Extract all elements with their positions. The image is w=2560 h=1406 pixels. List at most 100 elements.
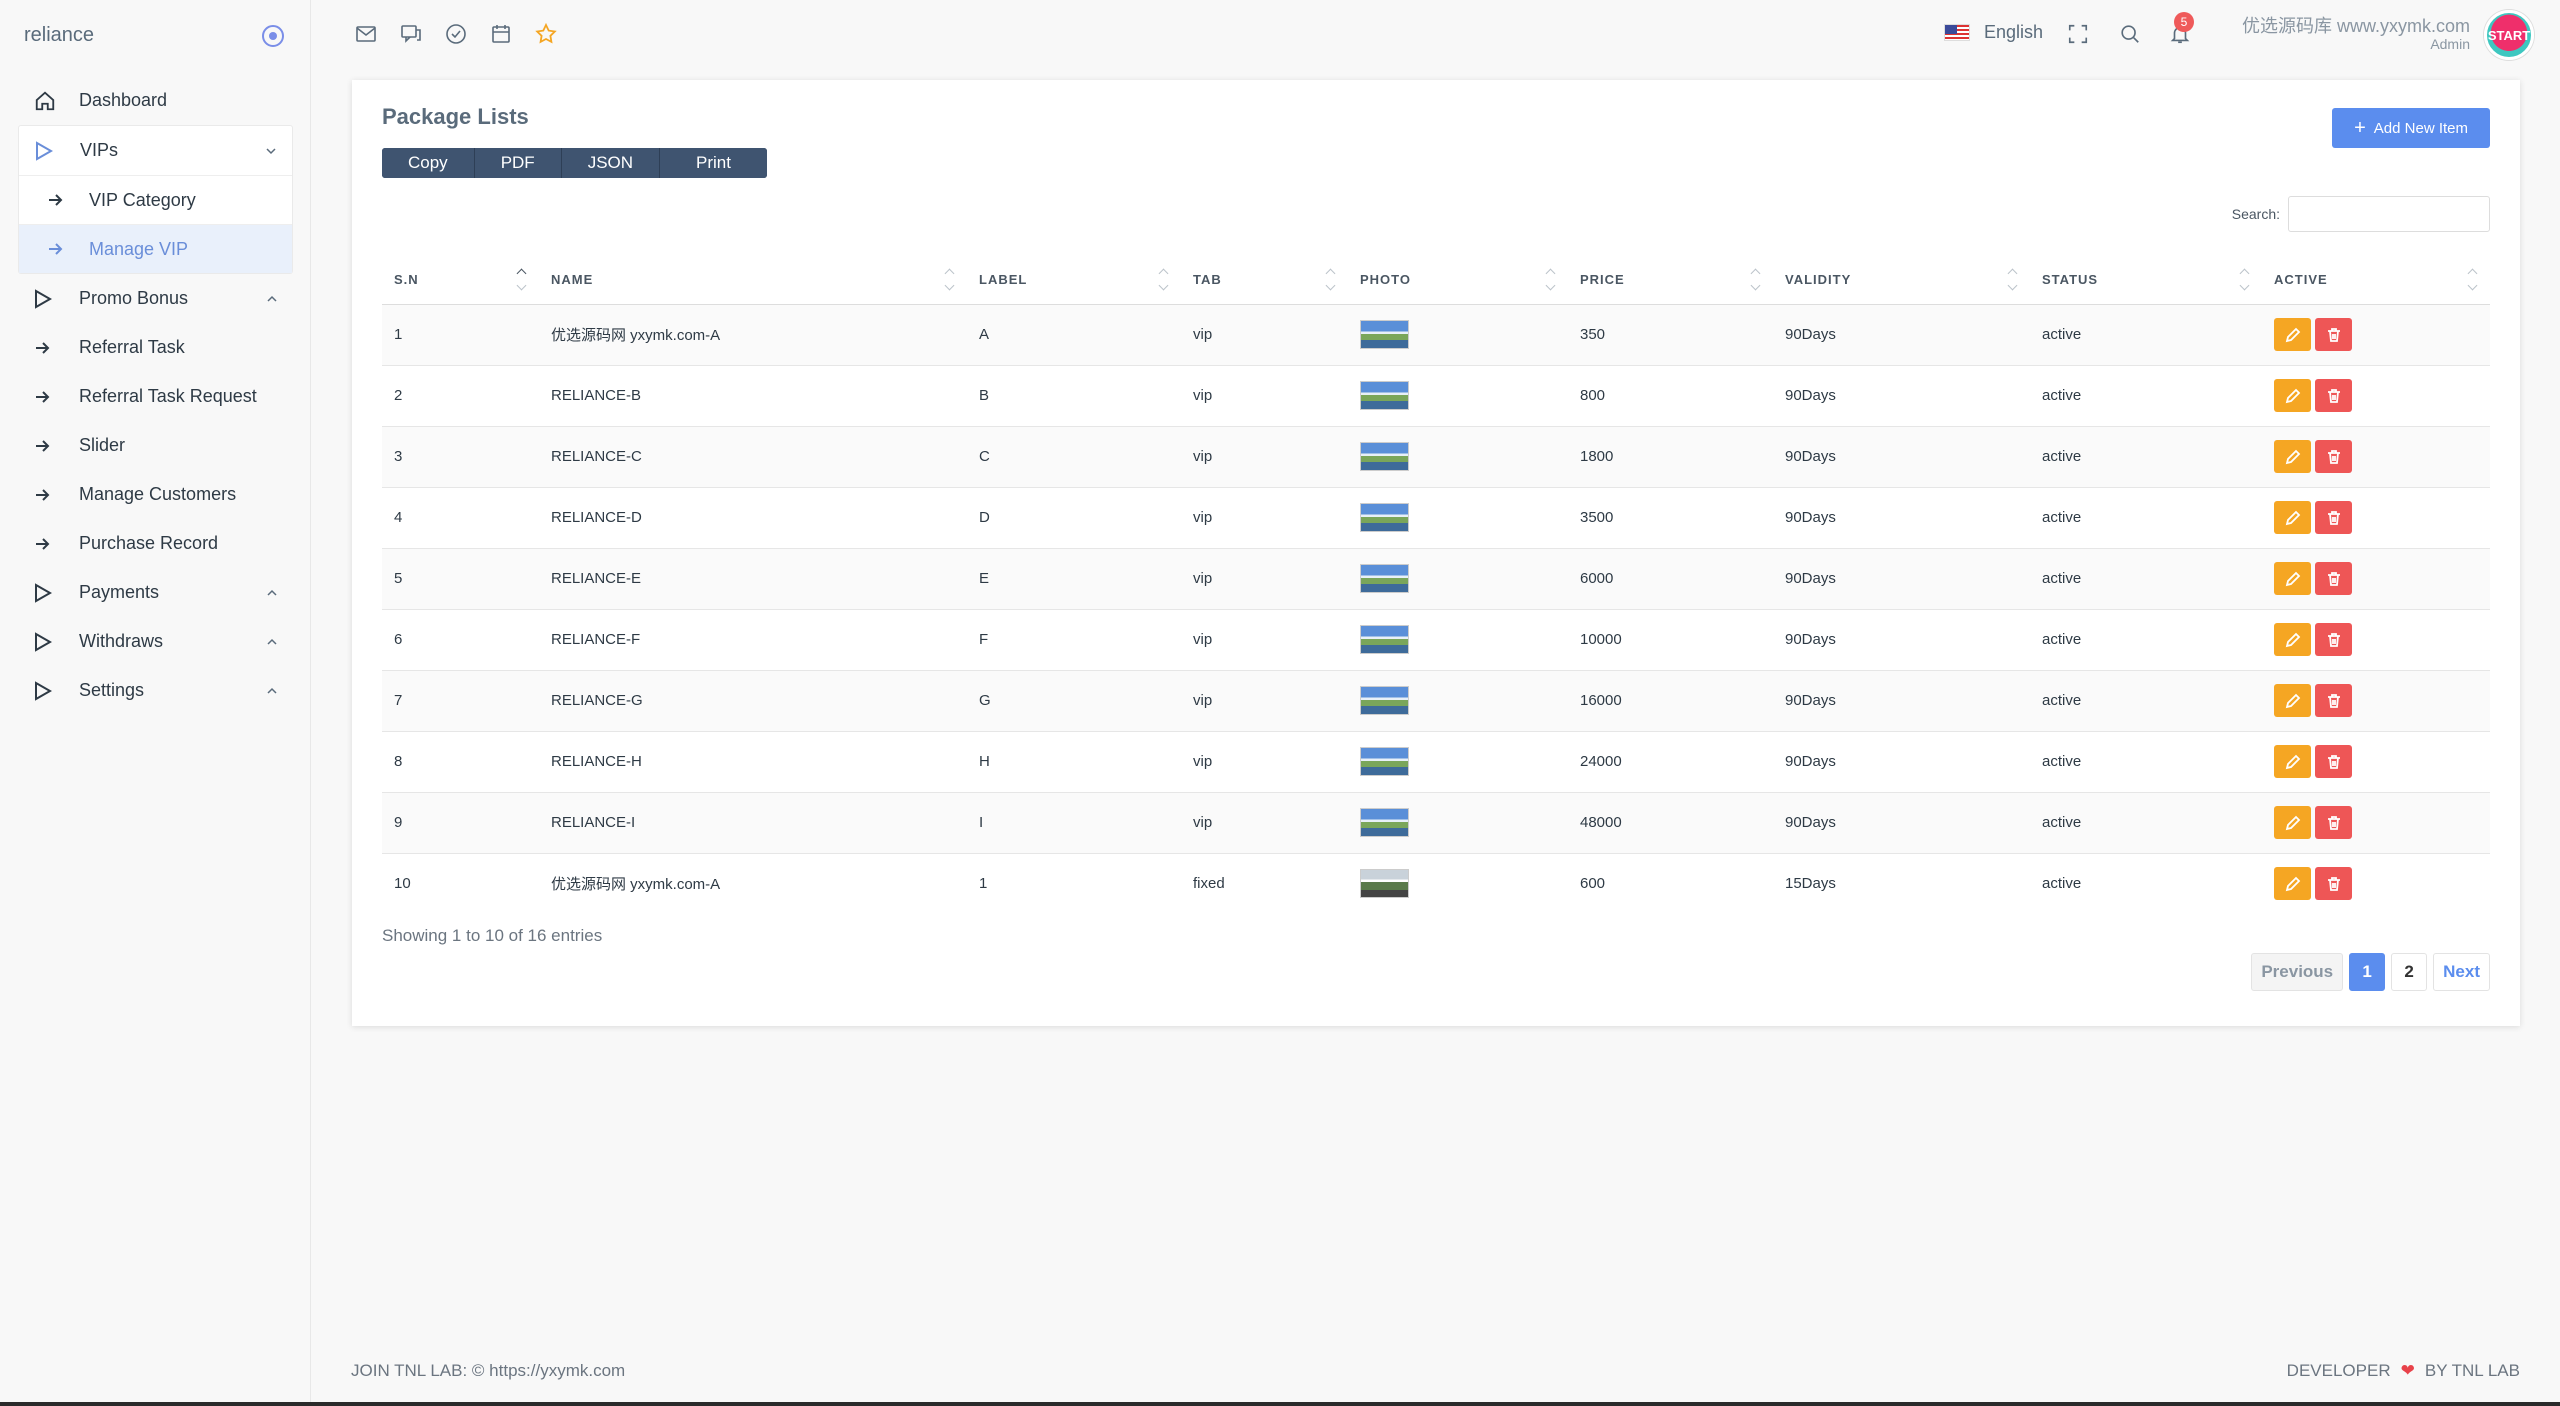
package-photo[interactable]	[1360, 381, 1409, 410]
sidebar-toggle-icon[interactable]	[262, 25, 284, 47]
package-photo[interactable]	[1360, 442, 1409, 471]
json-button[interactable]: JSON	[561, 148, 661, 178]
check-circle-icon[interactable]	[444, 22, 468, 46]
page-1-button[interactable]: 1	[2349, 953, 2386, 991]
fullscreen-icon[interactable]	[2066, 22, 2090, 46]
delete-button[interactable]	[2315, 684, 2352, 717]
brand-name[interactable]: reliance	[24, 24, 94, 47]
column-header-label: PRICE	[1580, 272, 1625, 288]
print-button[interactable]: Print	[660, 148, 767, 178]
cell-actions	[2262, 303, 2490, 365]
sidebar-item-manage-vip[interactable]: Manage VIP	[19, 224, 292, 273]
column-header-label[interactable]: LABEL	[967, 256, 1181, 305]
cell-photo	[1348, 547, 1568, 609]
page-2-button[interactable]: 2	[2391, 953, 2428, 991]
sidebar-item-purchase-record[interactable]: Purchase Record	[18, 519, 293, 568]
copy-button[interactable]: Copy	[382, 148, 475, 178]
pencil-icon	[2285, 327, 2300, 342]
user-name[interactable]: 优选源码库 www.yxymk.com	[2242, 12, 2470, 38]
edit-button[interactable]	[2274, 501, 2311, 534]
package-photo[interactable]	[1360, 320, 1409, 349]
column-header-active[interactable]: ACTIVE	[2262, 256, 2490, 305]
column-header-sn[interactable]: S.N	[382, 256, 539, 305]
package-photo[interactable]	[1360, 869, 1409, 899]
sidebar-item-manage-customers[interactable]: Manage Customers	[18, 470, 293, 519]
sidebar-item-referral-task-request[interactable]: Referral Task Request	[18, 372, 293, 421]
cell-label: D	[967, 486, 1181, 548]
next-page-button[interactable]: Next	[2433, 953, 2490, 991]
cell-tab: vip	[1181, 364, 1348, 426]
sidebar-item-payments[interactable]: Payments	[18, 568, 293, 617]
delete-button[interactable]	[2315, 440, 2352, 473]
sidebar-item-vips[interactable]: VIPs	[19, 126, 292, 175]
cell-validity: 90Days	[1773, 547, 2030, 609]
pencil-icon	[2285, 632, 2300, 647]
column-header-label: LABEL	[979, 272, 1028, 288]
sidebar-item-label: Payments	[79, 582, 160, 602]
language-selector[interactable]: English	[1944, 22, 2043, 43]
sidebar-item-promo-bonus[interactable]: Promo Bonus	[18, 274, 293, 323]
column-header-tab[interactable]: TAB	[1181, 256, 1348, 305]
sidebar-group-vips: VIPs VIP Category Manage VIP	[18, 125, 293, 274]
sidebar-item-vip-category[interactable]: VIP Category	[19, 175, 292, 224]
edit-button[interactable]	[2274, 684, 2311, 717]
chat-icon[interactable]	[399, 22, 423, 46]
delete-button[interactable]	[2315, 562, 2352, 595]
sidebar-item-dashboard[interactable]: Dashboard	[18, 76, 293, 125]
delete-button[interactable]	[2315, 623, 2352, 656]
cell-photo	[1348, 852, 1568, 914]
calendar-icon[interactable]	[489, 22, 513, 46]
package-photo[interactable]	[1360, 808, 1409, 837]
mail-icon[interactable]	[354, 22, 378, 46]
column-header-validity[interactable]: VALIDITY	[1773, 256, 2030, 305]
cell-validity: 90Days	[1773, 303, 2030, 365]
cell-label: E	[967, 547, 1181, 609]
edit-button[interactable]	[2274, 806, 2311, 839]
sidebar-item-settings[interactable]: Settings	[18, 666, 293, 715]
package-photo[interactable]	[1360, 503, 1409, 532]
sidebar-item-referral-task[interactable]: Referral Task	[18, 323, 293, 372]
cell-label: F	[967, 608, 1181, 670]
edit-button[interactable]	[2274, 745, 2311, 778]
cell-actions	[2262, 608, 2490, 670]
sidebar-item-slider[interactable]: Slider	[18, 421, 293, 470]
column-header-label: VALIDITY	[1785, 272, 1852, 288]
column-header-name[interactable]: NAME	[539, 256, 967, 305]
cell-label: B	[967, 364, 1181, 426]
package-photo[interactable]	[1360, 686, 1409, 715]
package-photo[interactable]	[1360, 625, 1409, 654]
edit-button[interactable]	[2274, 562, 2311, 595]
edit-button[interactable]	[2274, 318, 2311, 351]
previous-page-button[interactable]: Previous	[2251, 953, 2344, 991]
package-photo[interactable]	[1360, 564, 1409, 593]
pencil-icon	[2285, 754, 2300, 769]
arrow-right-icon	[34, 340, 64, 356]
chevron-up-icon	[267, 687, 277, 694]
delete-button[interactable]	[2315, 806, 2352, 839]
pencil-icon	[2285, 510, 2300, 525]
sort-icon	[945, 270, 955, 292]
column-header-photo[interactable]: PHOTO	[1348, 256, 1568, 305]
star-icon[interactable]	[534, 22, 558, 46]
edit-button[interactable]	[2274, 379, 2311, 412]
add-new-item-button[interactable]: + Add New Item	[2332, 108, 2490, 148]
delete-button[interactable]	[2315, 318, 2352, 351]
search-icon[interactable]	[2118, 22, 2142, 46]
avatar[interactable]: START	[2484, 10, 2534, 60]
sidebar-item-withdraws[interactable]: Withdraws	[18, 617, 293, 666]
delete-button[interactable]	[2315, 745, 2352, 778]
pdf-button[interactable]: PDF	[474, 148, 562, 178]
column-header-price[interactable]: PRICE	[1568, 256, 1773, 305]
delete-button[interactable]	[2315, 379, 2352, 412]
delete-button[interactable]	[2315, 867, 2352, 901]
edit-button[interactable]	[2274, 623, 2311, 656]
search-input[interactable]	[2288, 196, 2490, 232]
column-header-status[interactable]: STATUS	[2030, 256, 2262, 305]
sidebar-item-label: Manage Customers	[79, 484, 237, 504]
package-photo[interactable]	[1360, 747, 1409, 776]
edit-button[interactable]	[2274, 440, 2311, 473]
edit-button[interactable]	[2274, 867, 2311, 901]
delete-button[interactable]	[2315, 501, 2352, 534]
trash-icon	[2327, 571, 2340, 586]
cell-validity: 90Days	[1773, 364, 2030, 426]
